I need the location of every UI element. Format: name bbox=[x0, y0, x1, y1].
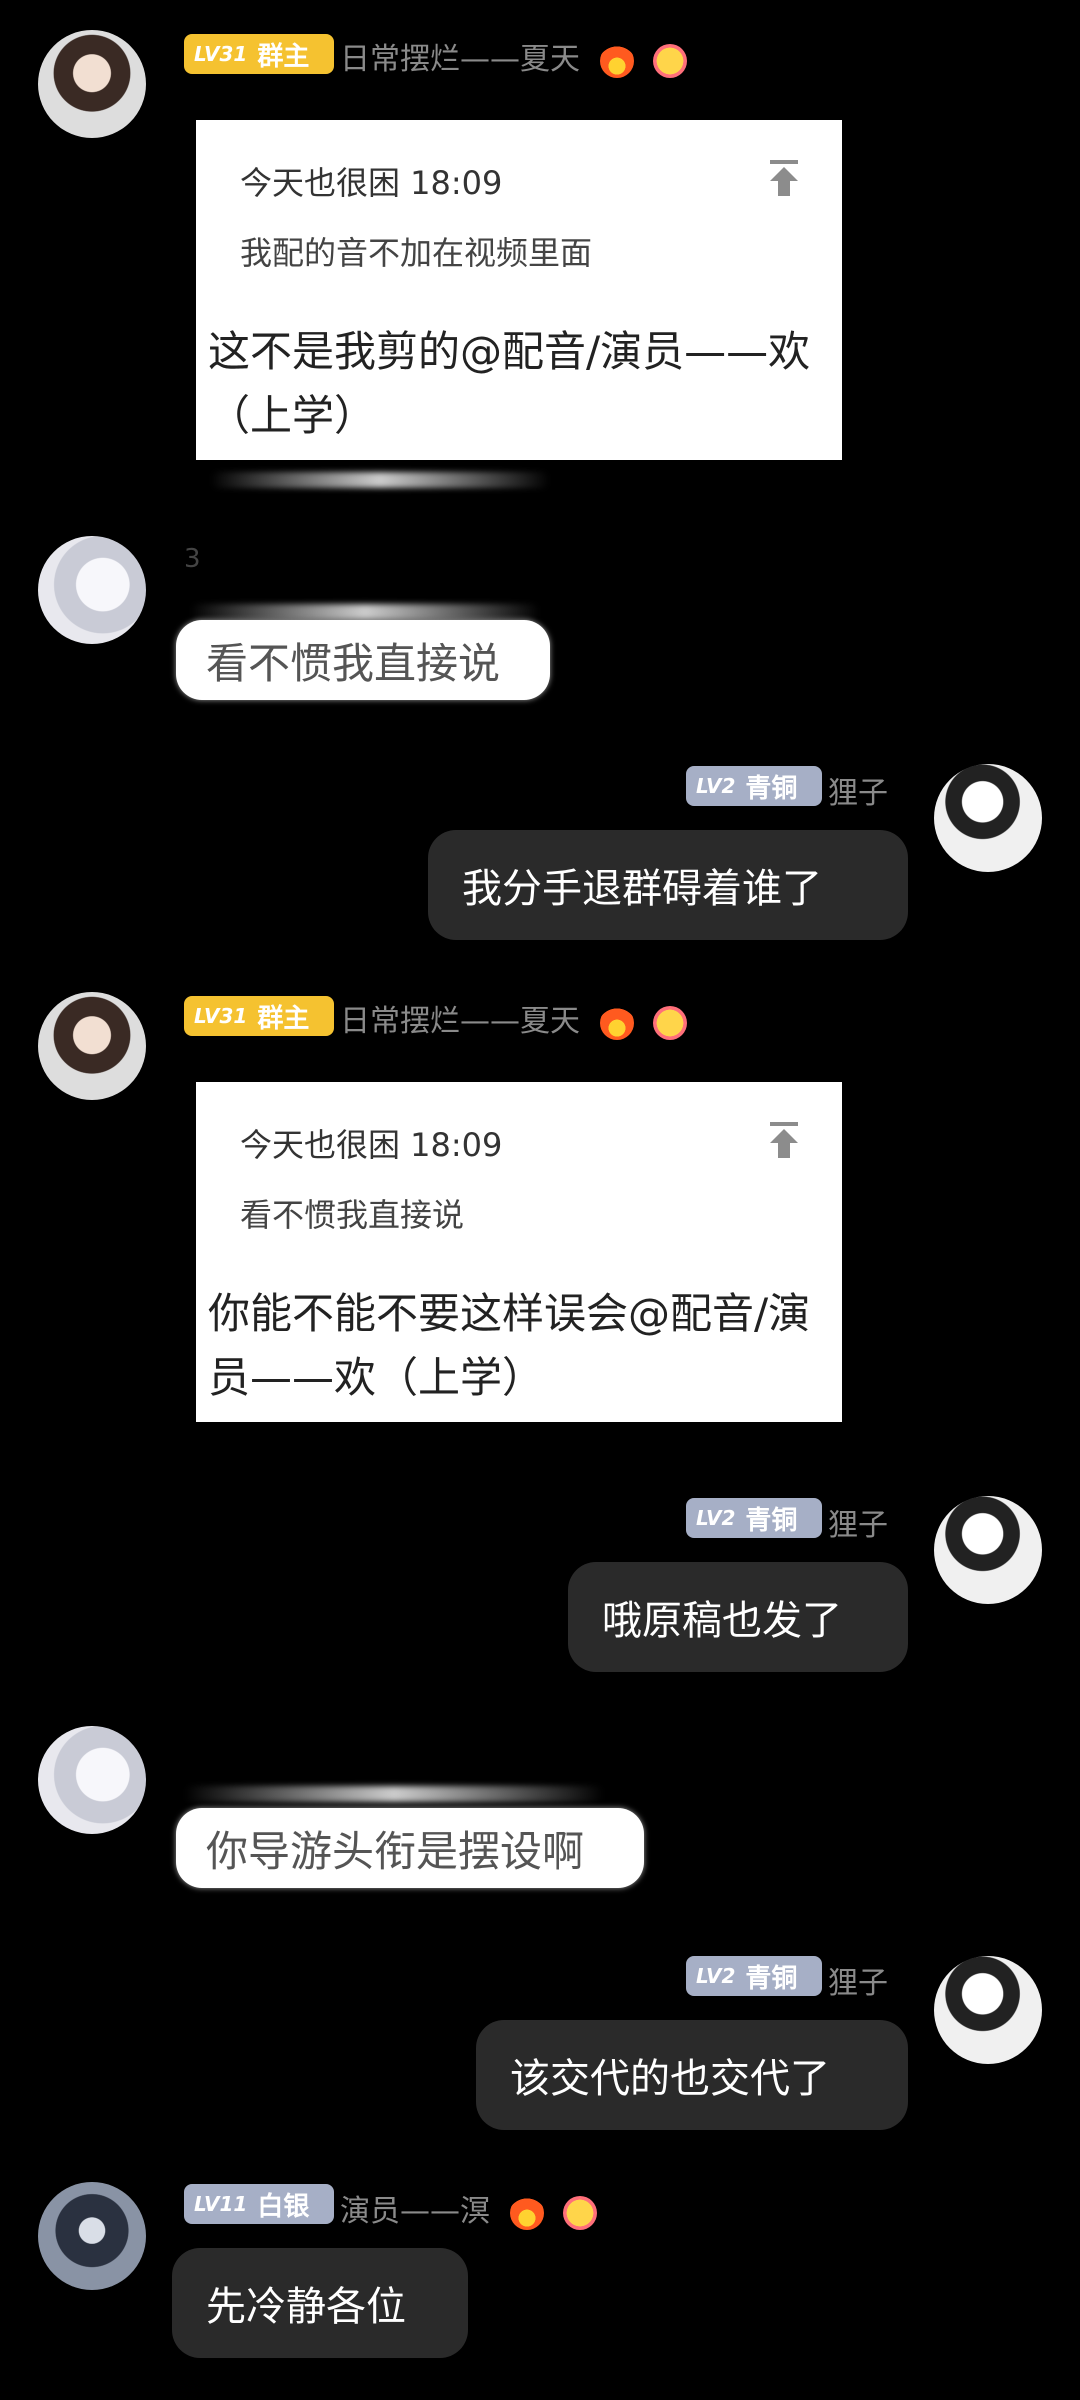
badge-role: 白银 bbox=[257, 2191, 310, 2222]
avatar-summer[interactable] bbox=[38, 30, 146, 138]
avatar-user[interactable] bbox=[38, 1726, 146, 1834]
flower-face-icon bbox=[563, 2195, 598, 2230]
badge-role: 青铜 bbox=[745, 1505, 798, 1536]
sender-name-text: 日常摆烂——夏天 bbox=[340, 42, 580, 77]
message-text: 先冷静各位 bbox=[206, 2284, 406, 2330]
badge-level: LV2 bbox=[696, 774, 736, 798]
level-badge: LV31 群主 bbox=[184, 996, 334, 1036]
sender-name: 日常摆烂——夏天 bbox=[340, 34, 688, 78]
message-bubble[interactable]: 你导游头衔是摆设啊 bbox=[176, 1808, 644, 1888]
avatar-lizi[interactable] bbox=[934, 764, 1042, 872]
badge-role: 青铜 bbox=[745, 773, 798, 804]
sender-name: 狸子 bbox=[828, 1508, 888, 1543]
avatar-lizi[interactable] bbox=[934, 1496, 1042, 1604]
badge-role: 群主 bbox=[257, 1003, 310, 1034]
quoted-author-time: 今天也很困 18:09 bbox=[240, 1126, 503, 1164]
message-bubble[interactable]: 我分手退群碍着谁了 bbox=[428, 830, 908, 940]
message-text: 哦原稿也发了 bbox=[602, 1598, 842, 1644]
avatar-summer[interactable] bbox=[38, 992, 146, 1100]
quoted-text: 我配的音不加在视频里面 bbox=[240, 234, 593, 272]
message-bubble[interactable]: 先冷静各位 bbox=[172, 2248, 468, 2358]
pin-to-top-icon[interactable] bbox=[764, 1120, 804, 1160]
message-text: 看不惯我直接说 bbox=[206, 638, 501, 688]
reply-message-card[interactable]: 今天也很困 18:09 我配的音不加在视频里面 这不是我剪的@配音/演员——欢（… bbox=[196, 120, 842, 460]
message-text: 我分手退群碍着谁了 bbox=[462, 866, 822, 912]
level-badge: LV11 白银 bbox=[184, 2184, 334, 2224]
message-bubble[interactable]: 该交代的也交代了 bbox=[476, 2020, 908, 2130]
message-text: 你导游头衔是摆设啊 bbox=[206, 1826, 585, 1876]
badge-role: 青铜 bbox=[745, 1963, 798, 1994]
badge-level: LV11 bbox=[194, 2192, 248, 2216]
message-bubble[interactable]: 看不惯我直接说 bbox=[176, 620, 550, 700]
sender-name: 日常摆烂——夏天 bbox=[340, 996, 688, 1040]
quoted-text: 看不惯我直接说 bbox=[240, 1196, 465, 1234]
avatar-ming[interactable] bbox=[38, 2182, 146, 2290]
badge-role: 群主 bbox=[257, 41, 310, 72]
fire-icon bbox=[599, 1005, 634, 1040]
sender-name: 狸子 bbox=[828, 1966, 888, 2001]
message-text: 该交代的也交代了 bbox=[510, 2056, 830, 2102]
blurred-content bbox=[190, 604, 540, 620]
blurred-content bbox=[184, 1786, 604, 1802]
flower-face-icon bbox=[653, 43, 688, 78]
fire-icon bbox=[509, 2195, 544, 2230]
avatar-user[interactable] bbox=[38, 536, 146, 644]
badge-level: LV31 bbox=[194, 1004, 248, 1028]
level-badge: LV31 群主 bbox=[184, 34, 334, 74]
badge-level: LV31 bbox=[194, 42, 248, 66]
message-text: 你能不能不要这样误会@配音/演员——欢（上学） bbox=[208, 1289, 811, 1402]
sender-name: 演员——溟 bbox=[340, 2186, 598, 2230]
pin-to-top-icon[interactable] bbox=[764, 158, 804, 198]
sender-name: 狸子 bbox=[828, 776, 888, 811]
badge-level: LV2 bbox=[696, 1964, 736, 1988]
reply-message-card[interactable]: 今天也很困 18:09 看不惯我直接说 你能不能不要这样误会@配音/演员——欢（… bbox=[196, 1082, 842, 1422]
blurred-content bbox=[210, 472, 550, 488]
quoted-author-time: 今天也很困 18:09 bbox=[240, 164, 503, 202]
sender-name-text: 演员——溟 bbox=[340, 2194, 490, 2229]
level-badge: LV2 青铜 bbox=[686, 766, 822, 806]
flower-face-icon bbox=[653, 1005, 688, 1040]
badge-level: LV2 bbox=[696, 1506, 736, 1530]
small-label: 3 bbox=[184, 544, 201, 574]
message-text: 这不是我剪的@配音/演员——欢（上学） bbox=[208, 327, 811, 440]
level-badge: LV2 青铜 bbox=[686, 1956, 822, 1996]
avatar-lizi[interactable] bbox=[934, 1956, 1042, 2064]
sender-name-text: 日常摆烂——夏天 bbox=[340, 1004, 580, 1039]
fire-icon bbox=[599, 43, 634, 78]
level-badge: LV2 青铜 bbox=[686, 1498, 822, 1538]
message-bubble[interactable]: 哦原稿也发了 bbox=[568, 1562, 908, 1672]
